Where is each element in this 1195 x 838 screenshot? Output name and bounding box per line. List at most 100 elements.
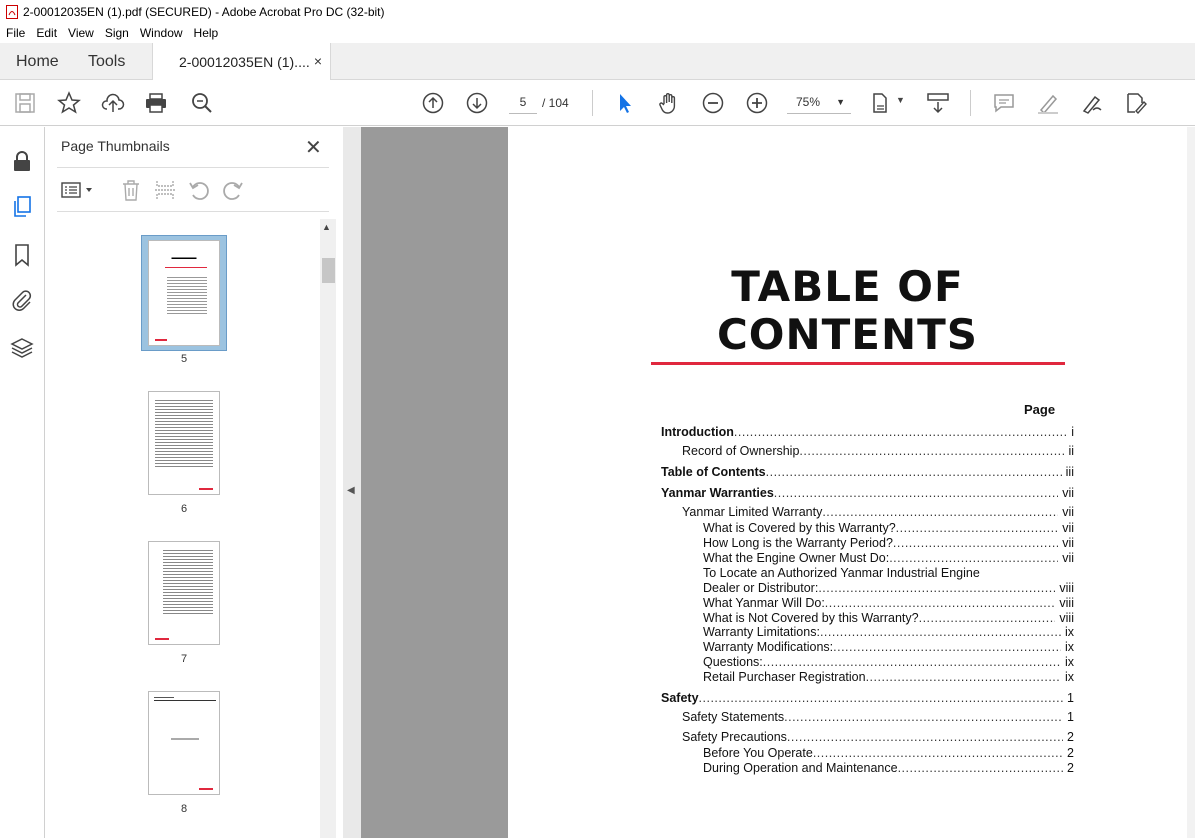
toc-entry-title: How Long is the Warranty Period? (703, 536, 893, 550)
zoom-search-icon[interactable] (190, 91, 214, 115)
menu-edit[interactable]: Edit (36, 26, 57, 40)
toc-entry[interactable]: Safety..................................… (661, 691, 1074, 707)
toc-entry-title: What Yanmar Will Do: (703, 596, 825, 610)
rotate-ccw-icon[interactable] (188, 179, 210, 201)
toc-entry[interactable]: Record of Ownership.....................… (682, 444, 1074, 460)
toc-dot-leader: ........................................… (799, 444, 1064, 458)
menu-sign[interactable]: Sign (105, 26, 129, 40)
toolbar-divider (970, 90, 971, 116)
thumbnail-title-mark: ▬▬▬▬▬ (171, 255, 197, 261)
toc-entry[interactable]: Yanmar Limited Warranty.................… (682, 505, 1074, 521)
page-title-line2: CONTENTS (716, 310, 979, 359)
toc-entry[interactable]: Introduction............................… (661, 425, 1074, 441)
toc-entry-title: Retail Purchaser Registration (703, 670, 866, 684)
close-tab-icon[interactable]: × (314, 53, 322, 69)
toc-entry[interactable]: Questions:..............................… (703, 655, 1074, 671)
toc-dot-leader: ........................................… (892, 536, 1058, 550)
layers-icon[interactable] (10, 336, 34, 360)
hand-icon[interactable] (657, 91, 681, 115)
toc-entry-title: Safety Statements (682, 710, 785, 724)
toc-entry-page: 2 (1067, 730, 1074, 744)
thumbnail-text-lines (163, 548, 213, 614)
panel-collapse-handle[interactable]: ◀ (343, 127, 361, 838)
tab-document[interactable]: 2-00012035EN (1).... × (152, 43, 331, 80)
toc-entry-page: vii (1062, 521, 1074, 535)
thumbnails-scrollbar-thumb[interactable] (322, 258, 335, 283)
comment-icon[interactable] (992, 91, 1016, 115)
toc-entry[interactable]: What Yanmar Will Do:....................… (703, 596, 1074, 612)
delete-icon[interactable] (121, 179, 141, 201)
toc-entry[interactable]: Retail Purchaser Registration...........… (703, 670, 1074, 686)
tab-tools[interactable]: Tools (88, 43, 125, 80)
thumbnail-page[interactable] (148, 391, 220, 495)
toc-entry-page: iii (1065, 465, 1074, 479)
toc-dot-leader: ........................................… (812, 746, 1064, 760)
scroll-mode-icon[interactable] (926, 91, 950, 115)
rotate-cw-icon[interactable] (222, 179, 244, 201)
star-icon[interactable] (57, 91, 81, 115)
thumbnail-page[interactable] (148, 541, 220, 645)
page-number-input[interactable]: 5 (509, 90, 537, 114)
toc-dot-leader: ........................................… (786, 730, 1063, 744)
page-column-header: Page (1024, 402, 1056, 417)
toc-entry[interactable]: What the Engine Owner Must Do:..........… (703, 551, 1074, 567)
toc-entry[interactable]: To Locate an Authorized Yanmar Industria… (703, 566, 1074, 582)
thumbnail-logo (199, 488, 213, 490)
toc-entry-page: vii (1062, 486, 1074, 500)
print-icon[interactable] (144, 91, 168, 115)
toc-entry[interactable]: Dealer or Distributor:..................… (703, 581, 1074, 597)
zoom-select[interactable]: 75% ▼ (787, 90, 851, 114)
zoom-in-icon[interactable] (745, 91, 769, 115)
toc-entry-title: Yanmar Limited Warranty (682, 505, 823, 519)
sign-icon[interactable] (1080, 91, 1104, 115)
select-cursor-icon[interactable] (613, 91, 637, 115)
fit-page-icon[interactable] (870, 91, 894, 115)
toc-dot-leader: ........................................… (865, 670, 1061, 684)
close-icon[interactable]: ✕ (305, 135, 322, 160)
edit-icon[interactable] (1124, 91, 1148, 115)
toc-entry[interactable]: Warranty Modifications:.................… (703, 640, 1074, 656)
toc-entry[interactable]: Table of Contents.......................… (661, 465, 1074, 481)
options-icon[interactable] (61, 180, 95, 200)
pages-icon[interactable] (10, 195, 34, 219)
toc-entry[interactable]: Before You Operate......................… (703, 746, 1074, 762)
scroll-up-icon[interactable]: ▲ (322, 222, 331, 232)
save-icon[interactable] (13, 91, 37, 115)
menu-help[interactable]: Help (194, 26, 219, 40)
toc-entry[interactable]: Safety Statements.......................… (682, 710, 1074, 726)
lock-icon[interactable] (10, 149, 34, 173)
toc-dot-leader: ........................................… (698, 691, 1064, 705)
toc-dot-leader: ........................................… (897, 761, 1063, 775)
toc-entry[interactable]: During Operation and Maintenance........… (703, 761, 1074, 777)
thumbnail-text-lines (155, 398, 213, 468)
arrow-up-icon[interactable] (421, 91, 445, 115)
toc-entry[interactable]: Safety Precautions......................… (682, 730, 1074, 746)
menu-file[interactable]: File (6, 26, 25, 40)
thumbnails-scrollbar[interactable] (320, 219, 336, 838)
upload-icon[interactable] (101, 91, 125, 115)
arrow-down-icon[interactable] (465, 91, 489, 115)
fit-page-dropdown-icon[interactable]: ▼ (896, 95, 905, 105)
attachment-icon[interactable] (10, 288, 34, 312)
thumbnail-header (154, 697, 174, 698)
toc-entry-title: What the Engine Owner Must Do: (703, 551, 890, 565)
highlight-icon[interactable] (1036, 91, 1060, 115)
toc-entry-title: Before You Operate (703, 746, 813, 760)
toc-entry[interactable]: How Long is the Warranty Period?........… (703, 536, 1074, 552)
extract-icon[interactable] (154, 179, 176, 201)
zoom-out-icon[interactable] (701, 91, 725, 115)
thumbnail-page[interactable]: ▬▬▬▬▬ (148, 240, 220, 346)
menu-window[interactable]: Window (140, 26, 183, 40)
toc-dot-leader: ........................................… (784, 710, 1063, 724)
thumbnails-panel: Page Thumbnails ✕ ▬▬▬▬▬ 5 6 7 8 (45, 127, 343, 838)
toc-dot-leader: ........................................… (822, 505, 1058, 519)
toc-entry[interactable]: Yanmar Warranties.......................… (661, 486, 1074, 502)
tab-home[interactable]: Home (16, 43, 59, 80)
menu-view[interactable]: View (68, 26, 94, 40)
thumbnail-page[interactable] (148, 691, 220, 795)
document-scrollbar[interactable] (1187, 127, 1195, 838)
toc-entry[interactable]: Warranty Limitations:...................… (703, 625, 1074, 641)
collapse-arrow-icon: ◀ (347, 485, 355, 496)
bookmark-icon[interactable] (10, 243, 34, 267)
toc-entry[interactable]: What is Covered by this Warranty?.......… (703, 521, 1074, 537)
